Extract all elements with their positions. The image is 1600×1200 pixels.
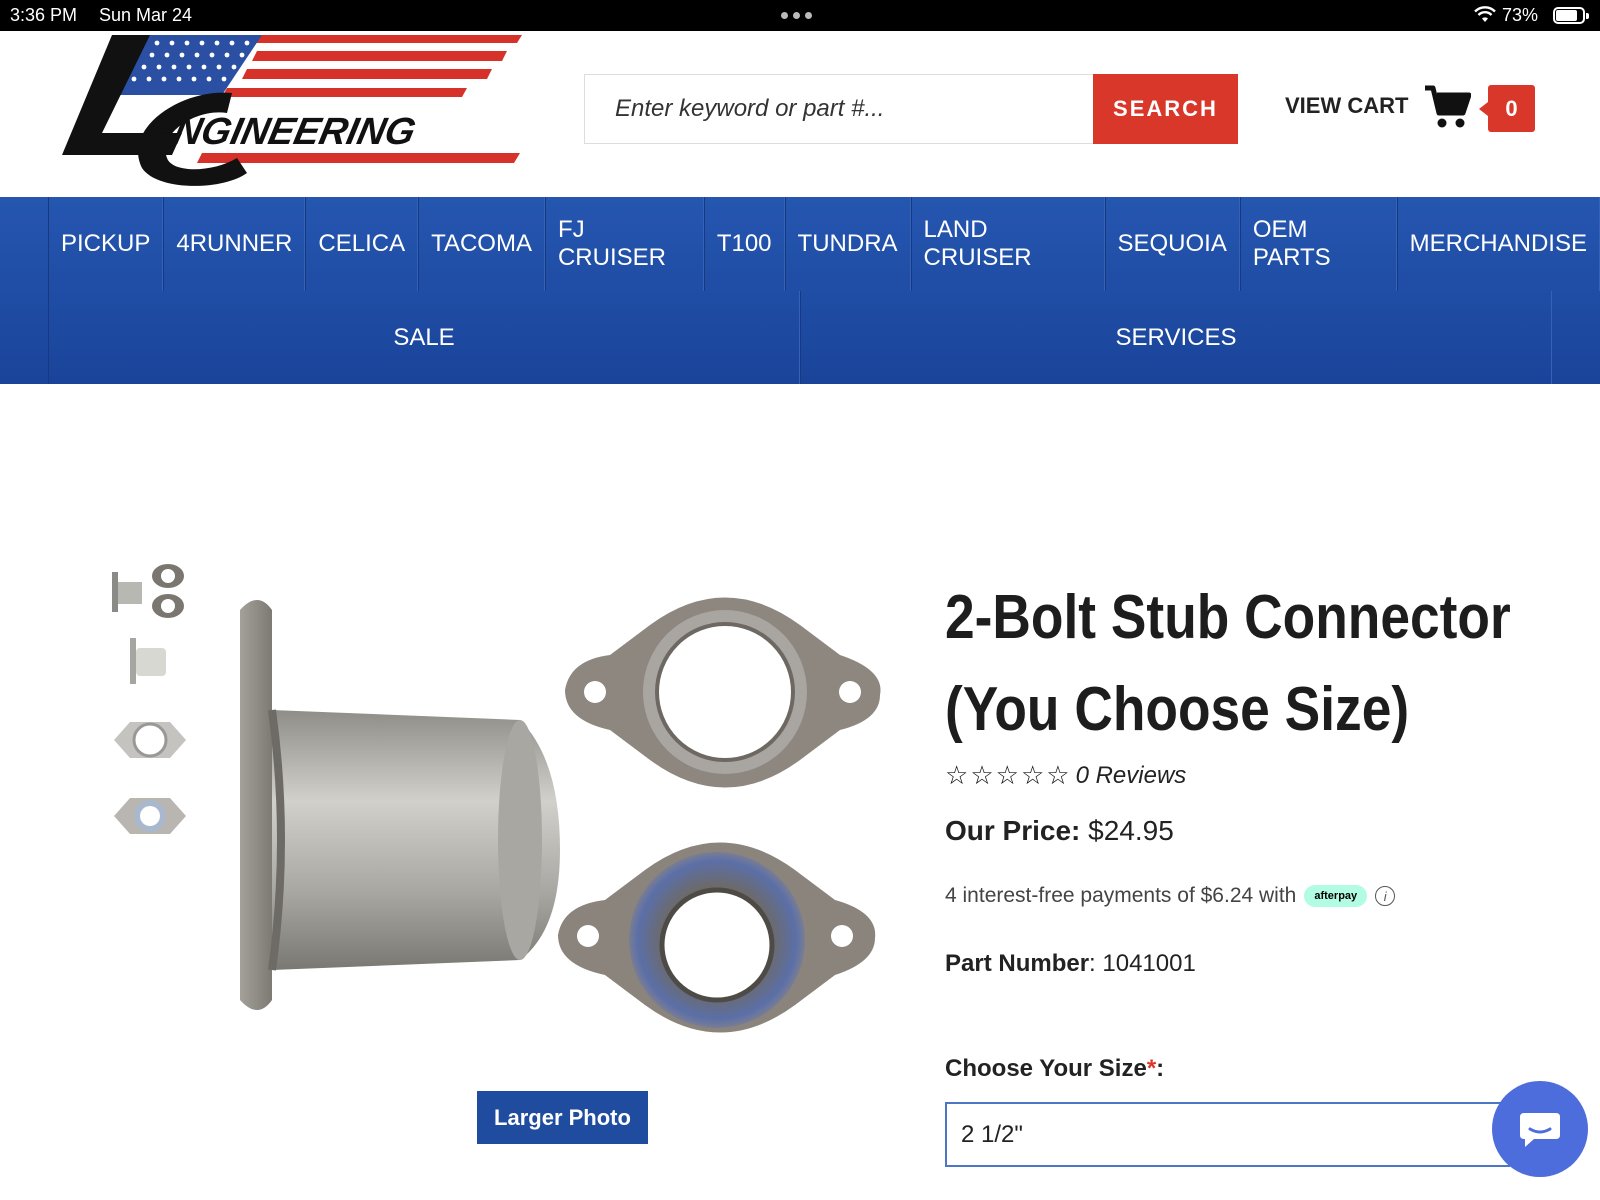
nav-item-celica[interactable]: CELICA bbox=[305, 197, 419, 291]
nav-item-oem-parts[interactable]: OEM PARTS bbox=[1239, 197, 1397, 291]
status-bar: 3:36 PM Sun Mar 24 73% bbox=[0, 0, 1600, 31]
nav-item-services[interactable]: SERVICES bbox=[800, 291, 1552, 384]
nav-item-pickup[interactable]: PICKUP bbox=[48, 197, 164, 291]
nav-item-tacoma[interactable]: TACOMA bbox=[418, 197, 545, 291]
nav-item-merchandise[interactable]: MERCHANDISE bbox=[1396, 197, 1600, 291]
star-empty-icon: ☆ bbox=[1020, 760, 1045, 790]
star-empty-icon: ☆ bbox=[945, 760, 969, 790]
product-title-line-1: 2-Bolt Stub Connector bbox=[945, 583, 1511, 652]
info-icon[interactable]: i bbox=[1375, 886, 1396, 906]
status-date: Sun Mar 24 bbox=[99, 5, 193, 25]
star-empty-icon: ☆ bbox=[1046, 760, 1070, 790]
search-input[interactable] bbox=[615, 95, 1094, 123]
size-select[interactable]: 2 1/2" ▴▾ bbox=[945, 1102, 1510, 1167]
star-rating-icon: ☆ ☆ ☆ ☆ ☆ bbox=[945, 760, 1070, 791]
nav-item-tundra[interactable]: TUNDRA bbox=[784, 197, 911, 291]
multitasking-dots-icon[interactable] bbox=[781, 12, 812, 19]
thumbnail-3[interactable] bbox=[110, 708, 190, 772]
afterpay-badge[interactable]: afterpay bbox=[1304, 885, 1368, 907]
star-empty-icon: ☆ bbox=[995, 760, 1019, 790]
main-navigation: PICKUP 4RUNNER CELICA TACOMA FJ CRUISER … bbox=[0, 197, 1600, 384]
cart-count-badge[interactable]: 0 bbox=[1479, 85, 1535, 132]
nav-row-secondary: SALE SERVICES bbox=[48, 291, 1552, 384]
wifi-icon bbox=[1474, 6, 1496, 22]
product-rating[interactable]: ☆ ☆ ☆ ☆ ☆ 0 Reviews bbox=[945, 760, 1186, 791]
battery-percent: 73% bbox=[1502, 5, 1539, 25]
star-empty-icon: ☆ bbox=[970, 760, 994, 790]
battery-icon bbox=[1553, 7, 1589, 24]
larger-photo-button[interactable]: Larger Photo bbox=[477, 1091, 648, 1144]
svg-text:ENGINEERING: ENGINEERING bbox=[145, 110, 420, 153]
lc-engineering-logo[interactable]: ENGINEERING bbox=[62, 33, 532, 191]
part-number-value: 1041001 bbox=[1102, 950, 1196, 977]
product-title: 2-Bolt Stub Connector (You Choose Size) bbox=[945, 572, 1564, 756]
price-label: Our Price: bbox=[945, 815, 1081, 846]
status-time: 3:36 PM bbox=[10, 5, 78, 25]
reviews-link[interactable]: 0 Reviews bbox=[1076, 762, 1187, 790]
thumbnail-2[interactable] bbox=[110, 632, 190, 696]
nav-item-sequoia[interactable]: SEQUOIA bbox=[1104, 197, 1240, 291]
thumbnail-4[interactable] bbox=[110, 784, 190, 848]
view-cart-link[interactable]: VIEW CART bbox=[1285, 93, 1408, 119]
chat-bubble-icon bbox=[1520, 1113, 1560, 1147]
price-value: $24.95 bbox=[1088, 815, 1174, 846]
product-main-image[interactable] bbox=[220, 560, 900, 1070]
product-title-line-2: (You Choose Size) bbox=[945, 675, 1410, 744]
nav-row-primary: PICKUP 4RUNNER CELICA TACOMA FJ CRUISER … bbox=[48, 197, 1600, 291]
required-marker: * bbox=[1146, 1055, 1157, 1082]
size-label: Choose Your Size*: bbox=[945, 1055, 1165, 1082]
part-number: Part Number: 1041001 bbox=[945, 950, 1196, 977]
nav-item-4runner[interactable]: 4RUNNER bbox=[163, 197, 306, 291]
part-number-label: Part Number bbox=[945, 950, 1090, 977]
nav-item-land-cruiser[interactable]: LAND CRUISER bbox=[910, 197, 1105, 291]
search-button[interactable]: SEARCH bbox=[1093, 74, 1238, 144]
thumbnail-1[interactable] bbox=[110, 560, 190, 624]
afterpay-info: 4 interest-free payments of $6.24 with a… bbox=[945, 884, 1396, 908]
shopping-cart-icon[interactable] bbox=[1425, 85, 1471, 129]
nav-item-sale[interactable]: SALE bbox=[48, 291, 800, 384]
nav-item-t100[interactable]: T100 bbox=[703, 197, 785, 291]
site-header: ENGINEERING SEARCH VIEW CART 0 bbox=[0, 31, 1600, 197]
afterpay-text: 4 interest-free payments of $6.24 with bbox=[945, 884, 1297, 907]
size-select-value: 2 1/2" bbox=[961, 1120, 1023, 1148]
nav-item-fj-cruiser[interactable]: FJ CRUISER bbox=[544, 197, 704, 291]
product-price: Our Price: $24.95 bbox=[945, 815, 1174, 847]
search-input-wrapper[interactable] bbox=[584, 74, 1094, 144]
chat-button[interactable] bbox=[1492, 1081, 1588, 1177]
